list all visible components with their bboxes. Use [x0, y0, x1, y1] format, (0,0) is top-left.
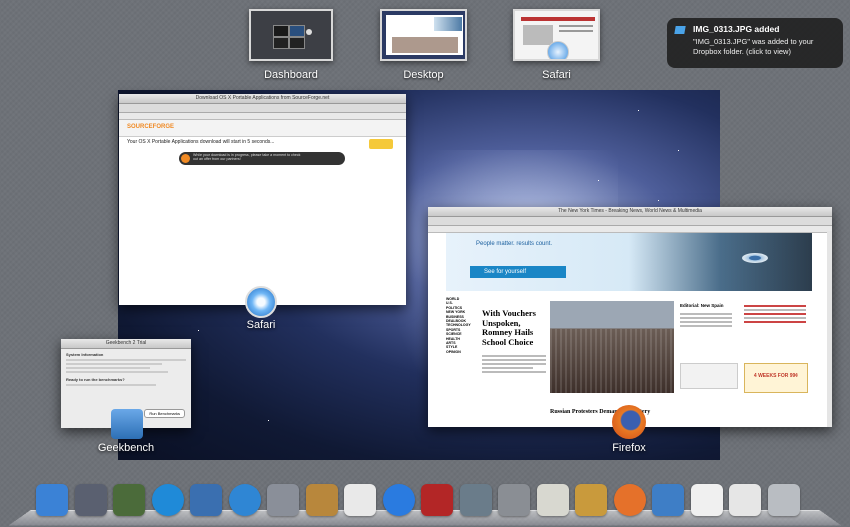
- firefox-bookmarks-bar: [428, 226, 832, 233]
- safari-compass-icon: [547, 41, 569, 59]
- geekbench-window-label: Geekbench: [97, 442, 155, 454]
- geekbench-system-info-heading: System Information: [66, 352, 104, 357]
- space-dashboard[interactable]: Dashboard: [249, 9, 333, 81]
- sourceforge-logo: SOURCEFORGE: [127, 124, 175, 130]
- geekbench-ready-heading: Ready to run the benchmarks?: [66, 377, 125, 382]
- pencil-icon[interactable]: [575, 484, 607, 516]
- safari-window[interactable]: Download OS X Portable Applications from…: [119, 94, 406, 305]
- space-label-safari: Safari: [542, 69, 571, 81]
- lead-headline[interactable]: With Vouchers Unspoken, Romney Hails Sch…: [482, 308, 546, 347]
- lead-photo-crowd: [550, 301, 674, 393]
- itunes-icon[interactable]: [382, 484, 415, 516]
- address-book-icon[interactable]: [305, 484, 338, 516]
- firefox-toolbar: [428, 217, 832, 226]
- dock: [8, 482, 842, 527]
- firefox-scrollbar[interactable]: [827, 231, 832, 427]
- geekbench-icon[interactable]: [652, 484, 684, 516]
- facetime-icon[interactable]: [267, 484, 299, 516]
- download-spinner-icon: [181, 154, 190, 163]
- space-desktop[interactable]: Desktop: [380, 9, 467, 81]
- finder-icon[interactable]: [36, 484, 68, 516]
- textedit-icon[interactable]: [536, 484, 569, 516]
- firefox-titlebar: The New York Times - Breaking News, Worl…: [428, 207, 832, 217]
- dropbox-icon: [674, 26, 686, 34]
- app-store-icon[interactable]: [151, 484, 184, 516]
- mission-control-icon[interactable]: [113, 484, 145, 516]
- geekbench-titlebar: Geekbench 2 Trial: [61, 339, 191, 349]
- safari-bookmarks-bar: [119, 113, 406, 120]
- system-preferences-icon[interactable]: [498, 484, 530, 516]
- geekbench-app-icon[interactable]: [111, 409, 143, 439]
- download-button[interactable]: [369, 139, 393, 149]
- notification-title: IMG_0313.JPG added: [693, 24, 780, 34]
- iphoto-icon[interactable]: [459, 484, 492, 516]
- safari-app-icon[interactable]: [245, 286, 277, 318]
- space-label-desktop: Desktop: [403, 69, 444, 81]
- safari-toolbar: [119, 104, 406, 113]
- banner-text: While your download is in progress, plea…: [193, 153, 301, 161]
- firefox-window-label: Firefox: [612, 442, 646, 454]
- safari-icon[interactable]: [228, 484, 261, 516]
- space-safari[interactable]: Safari: [513, 9, 600, 81]
- document-icon[interactable]: [690, 484, 723, 516]
- firefox-window[interactable]: The New York Times - Breaking News, Worl…: [428, 207, 832, 427]
- download-progress-banner: While your download is in progress, plea…: [179, 152, 345, 165]
- subscription-promo[interactable]: 4 WEEKS FOR 99¢: [744, 363, 808, 393]
- firefox-app-icon[interactable]: [612, 405, 646, 439]
- nyt-section-nav: WORLD U.S. POLITICS NEW YORK BUSINESS DE…: [446, 297, 471, 354]
- ad-eye-image: [742, 253, 768, 263]
- promo-text: 4 WEEKS FOR 99¢: [753, 373, 799, 379]
- opinion-title[interactable]: Editorial: New Spain: [680, 303, 724, 308]
- downloads-stack-icon[interactable]: [729, 484, 761, 516]
- dropbox-notification[interactable]: IMG_0313.JPG added "IMG_0313.JPG" was ad…: [667, 18, 843, 68]
- ad-tagline: People matter. results count.: [476, 241, 553, 247]
- space-label-dashboard: Dashboard: [264, 69, 318, 81]
- run-benchmarks-button[interactable]: Run Benchmarks: [144, 409, 185, 418]
- ical-icon[interactable]: [344, 484, 376, 516]
- see-for-yourself-button[interactable]: See for yourself: [470, 266, 566, 278]
- safari-titlebar: Download OS X Portable Applications from…: [119, 94, 406, 104]
- firefox-icon[interactable]: [613, 484, 646, 516]
- trash-icon[interactable]: [767, 484, 800, 516]
- notification-body: "IMG_0313.JPG" was added to your Dropbox…: [693, 37, 814, 56]
- launchpad-icon[interactable]: [74, 484, 107, 516]
- nyt-ad-banner: People matter. results count. See for yo…: [446, 233, 812, 291]
- preview-icon[interactable]: [190, 484, 222, 516]
- photo-booth-icon[interactable]: [421, 484, 453, 516]
- safari-window-label: Safari: [246, 319, 276, 331]
